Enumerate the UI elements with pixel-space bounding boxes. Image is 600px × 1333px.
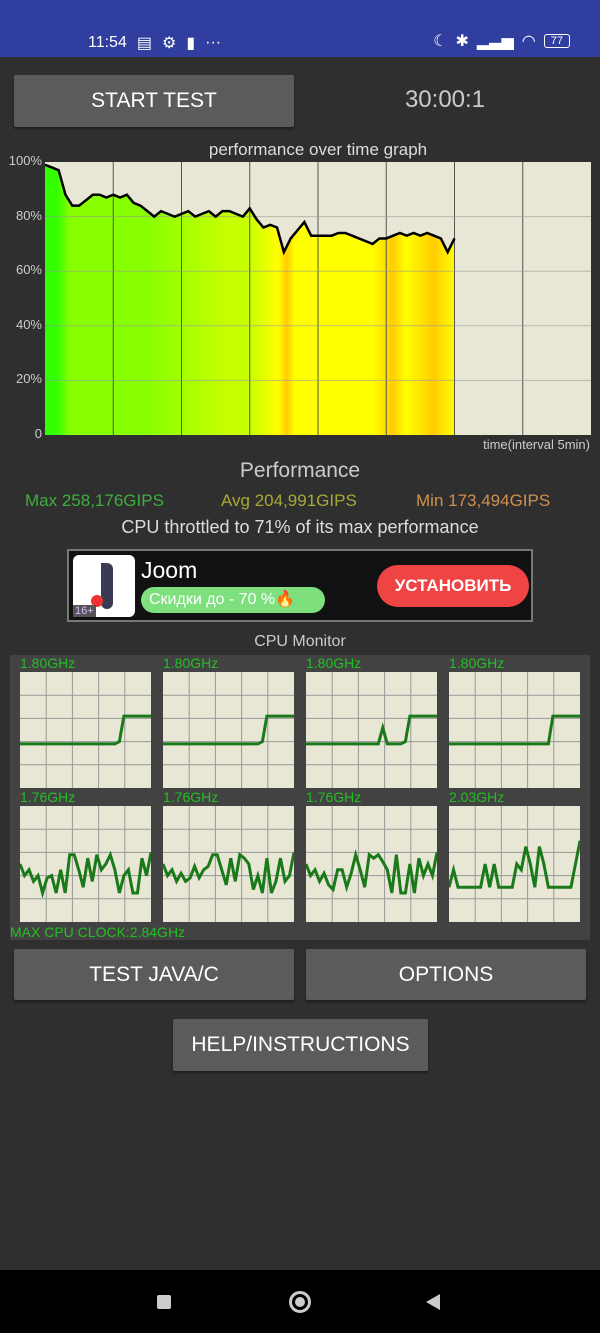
y-tick: 60% bbox=[15, 262, 42, 277]
wifi-icon: ◠ bbox=[521, 33, 536, 50]
core-graph-background bbox=[306, 672, 437, 788]
y-tick: 40% bbox=[15, 317, 42, 332]
min-performance: Min 173,494GIPS bbox=[416, 491, 551, 510]
performance-graph bbox=[45, 162, 591, 435]
core-frequency: 2.03GHz bbox=[449, 789, 505, 805]
core-frequency: 1.76GHz bbox=[163, 789, 219, 805]
y-tick: 100% bbox=[8, 153, 42, 168]
graph-title: performance over time graph bbox=[208, 140, 428, 159]
performance-title: Performance bbox=[239, 459, 361, 482]
x-axis-label: time(interval 5min) bbox=[483, 437, 590, 452]
bluetooth-icon: ✱ bbox=[455, 33, 469, 50]
core-graph bbox=[449, 672, 580, 788]
clock: 11:54 bbox=[88, 34, 127, 51]
ad-banner[interactable]: 16+ Joom Скидки до - 70 %🔥 УСТАНОВИТЬ bbox=[67, 549, 533, 622]
max-cpu-clock: MAX CPU CLOCK:2.84GHz bbox=[10, 924, 186, 940]
core-graph-background bbox=[449, 672, 580, 788]
back-icon[interactable] bbox=[426, 1294, 440, 1310]
signal-icon: ▂▃▅ bbox=[476, 33, 514, 50]
status-bar: 11:54 ▤ ⚙ ▮ ··· ☾ ✱ ▂▃▅ ◠ 77 bbox=[0, 0, 600, 57]
core-frequency: 1.76GHz bbox=[20, 789, 76, 805]
y-tick: 0 bbox=[34, 426, 42, 441]
core-graph bbox=[20, 806, 151, 922]
home-icon[interactable] bbox=[289, 1291, 311, 1313]
age-rating: 16+ bbox=[73, 605, 96, 617]
moon-icon: ☾ bbox=[433, 33, 448, 50]
keyhole-icon: ▮ bbox=[186, 35, 196, 52]
core-graph bbox=[163, 672, 294, 788]
core-graph bbox=[306, 672, 437, 788]
ad-app-name: Joom bbox=[141, 557, 198, 583]
core-graph-background bbox=[163, 672, 294, 788]
options-button[interactable]: OPTIONS bbox=[306, 949, 586, 1000]
gear-icon: ⚙ bbox=[161, 35, 177, 52]
test-java-c-button[interactable]: TEST JAVA/C bbox=[14, 949, 294, 1000]
timer: 30:00:1 bbox=[404, 86, 486, 113]
help-instructions-button[interactable]: HELP/INSTRUCTIONS bbox=[173, 1019, 428, 1071]
core-graph bbox=[306, 806, 437, 922]
y-tick: 20% bbox=[15, 371, 42, 386]
battery-icon: 77 bbox=[543, 34, 570, 48]
core-frequency: 1.80GHz bbox=[449, 655, 505, 671]
core-graph bbox=[449, 806, 580, 922]
core-frequency: 1.80GHz bbox=[20, 655, 76, 671]
core-frequency: 1.80GHz bbox=[306, 655, 362, 671]
max-performance: Max 258,176GIPS bbox=[25, 491, 164, 510]
start-test-button[interactable]: START TEST bbox=[14, 75, 294, 127]
navigation-bar bbox=[0, 1270, 600, 1333]
core-frequency: 1.80GHz bbox=[163, 655, 219, 671]
more-icon: ··· bbox=[205, 34, 222, 51]
ad-promo: Скидки до - 70 %🔥 bbox=[141, 587, 325, 613]
y-tick: 80% bbox=[15, 208, 42, 223]
core-graph bbox=[20, 672, 151, 788]
avg-performance: Avg 204,991GIPS bbox=[221, 491, 357, 510]
core-frequency: 1.76GHz bbox=[306, 789, 362, 805]
core-graph bbox=[163, 806, 294, 922]
recents-icon[interactable] bbox=[157, 1295, 171, 1309]
joom-logo: 16+ bbox=[73, 555, 135, 617]
cpu-monitor-title: CPU Monitor bbox=[254, 633, 346, 650]
core-graph-background bbox=[20, 672, 151, 788]
calendar-icon: ▤ bbox=[136, 35, 152, 52]
install-button[interactable]: УСТАНОВИТЬ bbox=[377, 565, 529, 607]
throttle-text: CPU throttled to 71% of its max performa… bbox=[121, 517, 479, 537]
core-graph-background bbox=[449, 806, 580, 922]
